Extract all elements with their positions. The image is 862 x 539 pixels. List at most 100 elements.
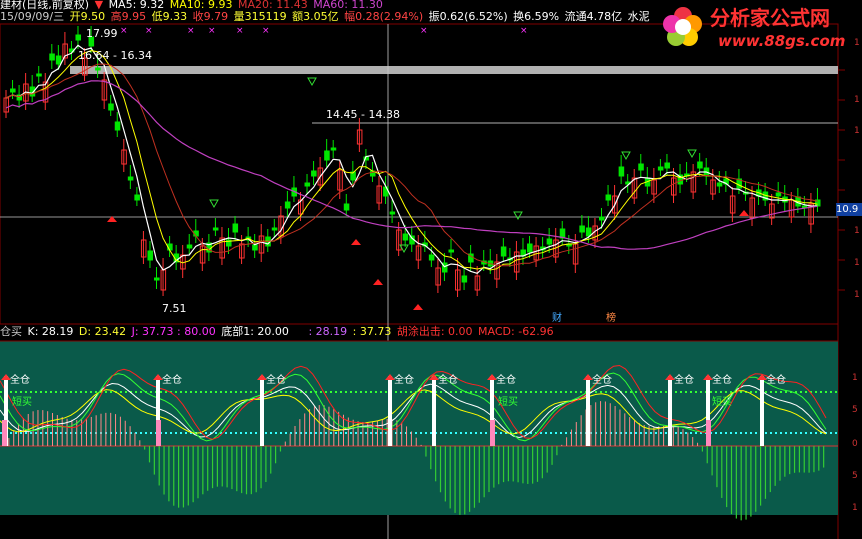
candle-body bbox=[154, 277, 160, 281]
header-row-2: 15/09/09/三 开9.50 高9.95 低9.33 收9.79 量3151… bbox=[0, 10, 652, 23]
pink-marker bbox=[490, 420, 495, 446]
indicator-axis-label: 0 bbox=[852, 439, 858, 449]
candle-body bbox=[252, 244, 258, 251]
candle-body bbox=[389, 211, 396, 215]
chart-canvas[interactable]: 1 1 1 1 1 1 × × × × × × × × 全仓 全仓 全仓 全仓 全仓 全仓 全仓 全仓 全仓 全仓短买 短买 短买… bbox=[0, 0, 862, 539]
signal-full-label: 全仓 bbox=[496, 373, 516, 386]
candle-body bbox=[638, 163, 644, 171]
pink-marker bbox=[2, 420, 7, 446]
candle-body bbox=[527, 243, 533, 253]
signal-full-label: 全仓 bbox=[266, 373, 286, 386]
header-marker: × bbox=[187, 26, 195, 36]
candle-body bbox=[75, 34, 82, 41]
turnover-value: 换6.59% bbox=[513, 10, 560, 23]
candle-body bbox=[134, 194, 140, 201]
k-value: K: 28.19 bbox=[27, 325, 74, 338]
signal-full-label: 全仓 bbox=[162, 373, 182, 386]
candle-body bbox=[10, 88, 16, 93]
header-marker: × bbox=[120, 26, 128, 36]
candle-body bbox=[284, 201, 291, 209]
candle-body bbox=[311, 170, 317, 177]
signal-short-label: 短买 bbox=[498, 395, 518, 408]
range-band-1 bbox=[70, 66, 838, 74]
pink-marker bbox=[706, 420, 711, 446]
float-value: 流通4.78亿 bbox=[564, 10, 623, 23]
finance-tag[interactable]: 财 bbox=[552, 312, 562, 325]
amount-value: 额3.05亿 bbox=[292, 10, 339, 23]
current-price-tag: 10.9 bbox=[836, 203, 862, 216]
indicator-axis-label: 5 bbox=[852, 471, 858, 481]
value-1: : 28.19 bbox=[308, 325, 348, 338]
signal-full-label: 全仓 bbox=[712, 373, 732, 386]
candle-body bbox=[716, 182, 723, 187]
ma60-line bbox=[5, 80, 818, 250]
candle-body bbox=[271, 227, 278, 231]
sell-arrow-icon bbox=[513, 211, 523, 221]
range-label-2: 14.45 - 14.38 bbox=[326, 108, 400, 121]
header-marker: × bbox=[145, 26, 153, 36]
signal-full-label: 全仓 bbox=[592, 373, 612, 386]
signal-short-label: 短买 bbox=[712, 395, 732, 408]
volume-value: 量315119 bbox=[233, 10, 287, 23]
signal-bar bbox=[432, 376, 436, 446]
buy-arrow-icon bbox=[413, 304, 423, 310]
logo-url: www.88gs.com bbox=[718, 32, 846, 50]
candle-body bbox=[657, 166, 664, 171]
hudie-value: 胡涂出击: 0.00 bbox=[396, 325, 473, 338]
date-label: 15/09/09/三 bbox=[0, 10, 65, 23]
candle-body bbox=[108, 103, 114, 111]
high-price: 高9.95 bbox=[110, 10, 147, 23]
candle-body bbox=[697, 161, 703, 169]
site-logo: 分析家公式网 www.88gs.com bbox=[660, 2, 862, 52]
header-marker: × bbox=[208, 26, 216, 36]
candle-body bbox=[428, 254, 435, 261]
signal-full-label: 全仓 bbox=[674, 373, 694, 386]
indicator-name: 仓买 bbox=[0, 325, 22, 338]
change-value: 幅0.28(2.94%) bbox=[344, 10, 424, 23]
candle-body bbox=[579, 225, 585, 233]
candle-body bbox=[212, 227, 219, 231]
sell-arrow-icon bbox=[307, 77, 317, 87]
range-label-1: 16.64 - 16.34 bbox=[78, 49, 152, 62]
rank-tag[interactable]: 榜 bbox=[606, 312, 616, 325]
candle-body bbox=[775, 192, 782, 197]
candle-body bbox=[605, 194, 612, 201]
candle-body bbox=[127, 176, 134, 181]
low-mark-label: 7.51 bbox=[162, 302, 187, 315]
candle-body bbox=[186, 244, 193, 249]
candle-body bbox=[461, 275, 468, 283]
signal-full-label: 全仓 bbox=[394, 373, 414, 386]
signal-full-label: 全仓 bbox=[10, 373, 30, 386]
close-price: 收9.79 bbox=[192, 10, 229, 23]
header-marker: × bbox=[262, 26, 270, 36]
candle-body bbox=[599, 216, 605, 221]
indicator-axis-label: 5 bbox=[852, 405, 858, 415]
signal-full-label: 全仓 bbox=[766, 373, 786, 386]
candle-body bbox=[55, 55, 62, 65]
candle-body bbox=[330, 147, 337, 151]
signal-bar bbox=[260, 376, 264, 446]
candle-body bbox=[232, 223, 239, 233]
candle-body bbox=[304, 182, 311, 187]
sector-value: 水泥 bbox=[627, 10, 650, 23]
indicator-axis-label: 1 bbox=[852, 503, 858, 513]
right-axis-label: 1 bbox=[854, 290, 860, 300]
open-price: 开9.50 bbox=[69, 10, 106, 23]
right-axis-label: 1 bbox=[854, 258, 860, 268]
signal-bar bbox=[586, 376, 590, 446]
candle-body bbox=[500, 246, 507, 257]
candle-body bbox=[448, 249, 455, 253]
buy-arrow-icon bbox=[351, 239, 361, 245]
flower-logo-icon bbox=[663, 7, 702, 46]
swing-value: 振0.62(6.52%) bbox=[428, 10, 508, 23]
candle-body bbox=[343, 203, 350, 211]
low-price: 低9.33 bbox=[151, 10, 188, 23]
candle-body bbox=[324, 150, 330, 161]
candle-body bbox=[402, 233, 409, 241]
signal-bar bbox=[760, 376, 764, 446]
j-value: J: 37.73 : 80.00 bbox=[131, 325, 216, 338]
signal-bar bbox=[668, 376, 672, 446]
candle-body bbox=[95, 67, 101, 71]
candle-body bbox=[49, 53, 55, 61]
header-marker: × bbox=[420, 26, 428, 36]
